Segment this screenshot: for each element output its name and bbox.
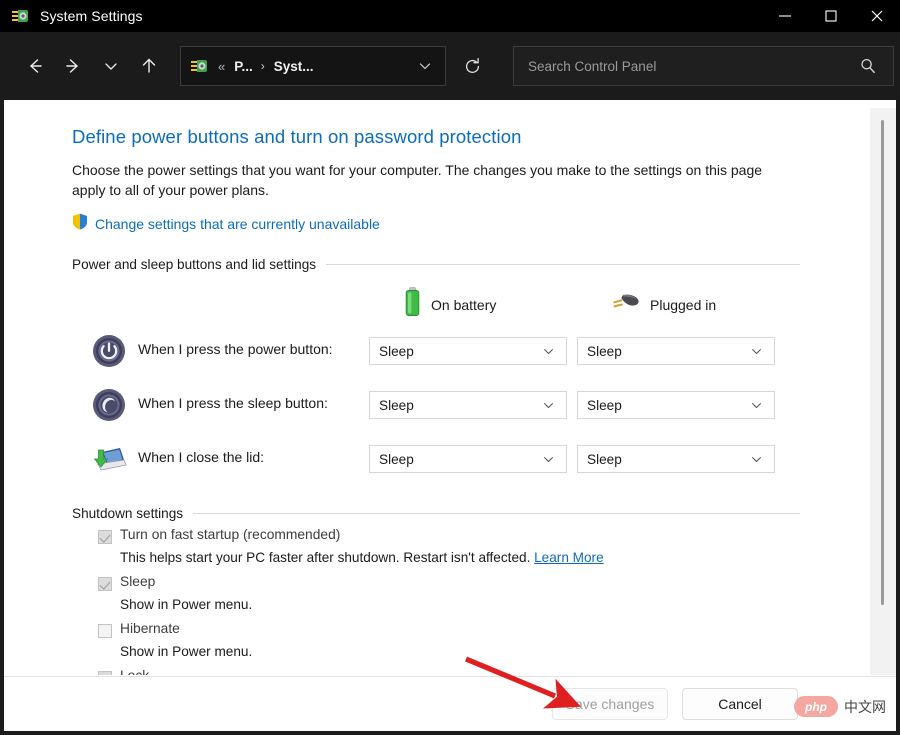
column-header-plugged-in: Plugged in <box>610 288 716 322</box>
watermark: php 中文网 <box>794 696 886 717</box>
title-bar: System Settings <box>0 0 900 32</box>
php-badge: php <box>794 696 838 717</box>
checkbox-row-sleep[interactable]: Sleep <box>72 574 866 597</box>
hibernate-checkbox[interactable] <box>98 624 112 638</box>
checkbox-row-fast-startup[interactable]: Turn on fast startup (recommended) <box>72 527 866 550</box>
up-arrow-icon[interactable] <box>130 47 168 85</box>
cancel-button[interactable]: Cancel <box>682 688 798 720</box>
fast-startup-label: Turn on fast startup (recommended) <box>120 527 341 542</box>
sleep-button-plugged-in-value: Sleep <box>587 397 622 413</box>
checkbox-row-lock[interactable]: Lock <box>72 668 866 675</box>
sleep-checkbox[interactable] <box>98 577 112 591</box>
power-plug-icon <box>610 291 640 320</box>
sleep-description: Show in Power menu. <box>120 597 253 612</box>
fast-startup-description: This helps start your PC faster after sh… <box>120 550 604 565</box>
sleep-label: Sleep <box>120 574 156 589</box>
breadcrumb-overflow[interactable]: « <box>218 59 225 74</box>
breadcrumb-separator: › <box>260 59 265 73</box>
power-button-on-battery-dropdown[interactable]: Sleep <box>369 337 567 365</box>
refresh-icon[interactable] <box>452 47 492 85</box>
scrollbar-thumb[interactable] <box>881 120 884 605</box>
lock-checkbox[interactable] <box>98 671 112 675</box>
shutdown-section-heading: Shutdown settings <box>72 506 184 521</box>
power-button-plugged-in-dropdown[interactable]: Sleep <box>577 337 775 365</box>
setting-row-power-button: When I press the power button: Sleep Sle… <box>72 326 866 380</box>
column-header-on-battery: On battery <box>404 286 497 324</box>
system-settings-icon <box>12 7 30 25</box>
power-button-on-battery-value: Sleep <box>379 343 414 359</box>
setting-row-close-lid-label: When I close the lid: <box>138 449 265 465</box>
breadcrumb-item-1[interactable]: P... <box>234 59 253 74</box>
setting-row-sleep-button: When I press the sleep button: Sleep Sle… <box>72 380 866 434</box>
sleep-button-on-battery-dropdown[interactable]: Sleep <box>369 391 567 419</box>
breadcrumb-item-2[interactable]: Syst... <box>274 59 314 74</box>
system-settings-window: System Settings « P... › Syst... Search … <box>0 0 900 735</box>
vertical-scrollbar[interactable] <box>870 108 896 675</box>
forward-arrow-icon[interactable] <box>54 47 92 85</box>
laptop-lid-icon <box>90 440 128 478</box>
shutdown-section-header: Shutdown settings <box>72 506 800 521</box>
power-section-heading: Power and sleep buttons and lid settings <box>72 257 317 272</box>
sleep-button-on-battery-value: Sleep <box>379 397 414 413</box>
watermark-text: 中文网 <box>844 698 886 715</box>
sleep-button-plugged-in-dropdown[interactable]: Sleep <box>577 391 775 419</box>
address-bar-system-settings-icon <box>191 57 209 75</box>
close-lid-on-battery-value: Sleep <box>379 451 414 467</box>
address-bar[interactable]: « P... › Syst... <box>180 46 446 86</box>
chevron-down-icon <box>542 399 555 412</box>
power-section-rule <box>326 264 800 265</box>
change-settings-link-row[interactable]: Change settings that are currently unava… <box>72 213 866 235</box>
search-input[interactable] <box>528 58 859 74</box>
recent-locations-chevron-down-icon[interactable] <box>92 47 130 85</box>
minimize-button[interactable] <box>762 0 808 32</box>
page-title: Define power buttons and turn on passwor… <box>72 126 522 147</box>
uac-shield-icon <box>72 213 88 235</box>
sleep-button-icon <box>90 386 128 424</box>
column-header-on-battery-label: On battery <box>431 297 497 313</box>
save-changes-button[interactable]: Save changes <box>552 688 668 720</box>
hibernate-description-row: Show in Power menu. <box>72 644 866 668</box>
hibernate-description: Show in Power menu. <box>120 644 253 659</box>
hibernate-label: Hibernate <box>120 621 180 636</box>
settings-pane: Define power buttons and turn on passwor… <box>4 100 866 675</box>
fast-startup-checkbox[interactable] <box>98 530 112 544</box>
setting-row-sleep-button-label: When I press the sleep button: <box>138 395 328 411</box>
sleep-description-row: Show in Power menu. <box>72 597 866 621</box>
power-button-icon <box>90 332 128 370</box>
shutdown-section-rule <box>193 513 800 514</box>
checkbox-row-hibernate[interactable]: Hibernate <box>72 621 866 644</box>
fast-startup-description-row: This helps start your PC faster after sh… <box>72 550 866 574</box>
page-description: Choose the power settings that you want … <box>72 162 763 198</box>
battery-icon <box>404 286 421 324</box>
column-header-plugged-in-label: Plugged in <box>650 297 717 313</box>
fast-startup-description-text: This helps start your PC faster after sh… <box>120 550 531 565</box>
back-arrow-icon[interactable] <box>16 47 54 85</box>
chevron-down-icon <box>750 345 763 358</box>
maximize-button[interactable] <box>808 0 854 32</box>
close-lid-plugged-in-value: Sleep <box>587 451 622 467</box>
chevron-down-icon <box>542 453 555 466</box>
power-button-plugged-in-value: Sleep <box>587 343 622 359</box>
close-lid-on-battery-dropdown[interactable]: Sleep <box>369 445 567 473</box>
change-settings-link[interactable]: Change settings that are currently unava… <box>95 216 380 232</box>
navigation-bar: « P... › Syst... <box>0 32 900 100</box>
action-bar: Save changes Cancel <box>4 676 896 731</box>
lock-label: Lock <box>120 668 149 675</box>
setting-row-close-lid: When I close the lid: Sleep Sleep <box>72 434 866 488</box>
setting-row-power-button-label: When I press the power button: <box>138 341 333 357</box>
chevron-down-icon <box>750 399 763 412</box>
window-title: System Settings <box>40 8 143 24</box>
search-box[interactable] <box>513 46 894 86</box>
learn-more-link[interactable]: Learn More <box>534 550 604 565</box>
chevron-down-icon <box>750 453 763 466</box>
chevron-down-icon <box>542 345 555 358</box>
power-column-headers: On battery Plugged in <box>72 286 866 326</box>
power-section-header: Power and sleep buttons and lid settings <box>72 257 800 272</box>
search-icon[interactable] <box>859 57 877 75</box>
address-dropdown-chevron-down-icon[interactable] <box>417 58 433 74</box>
close-button[interactable] <box>854 0 900 32</box>
shutdown-settings-list: Turn on fast startup (recommended) This … <box>72 527 866 675</box>
content-area: Define power buttons and turn on passwor… <box>4 100 896 731</box>
close-lid-plugged-in-dropdown[interactable]: Sleep <box>577 445 775 473</box>
